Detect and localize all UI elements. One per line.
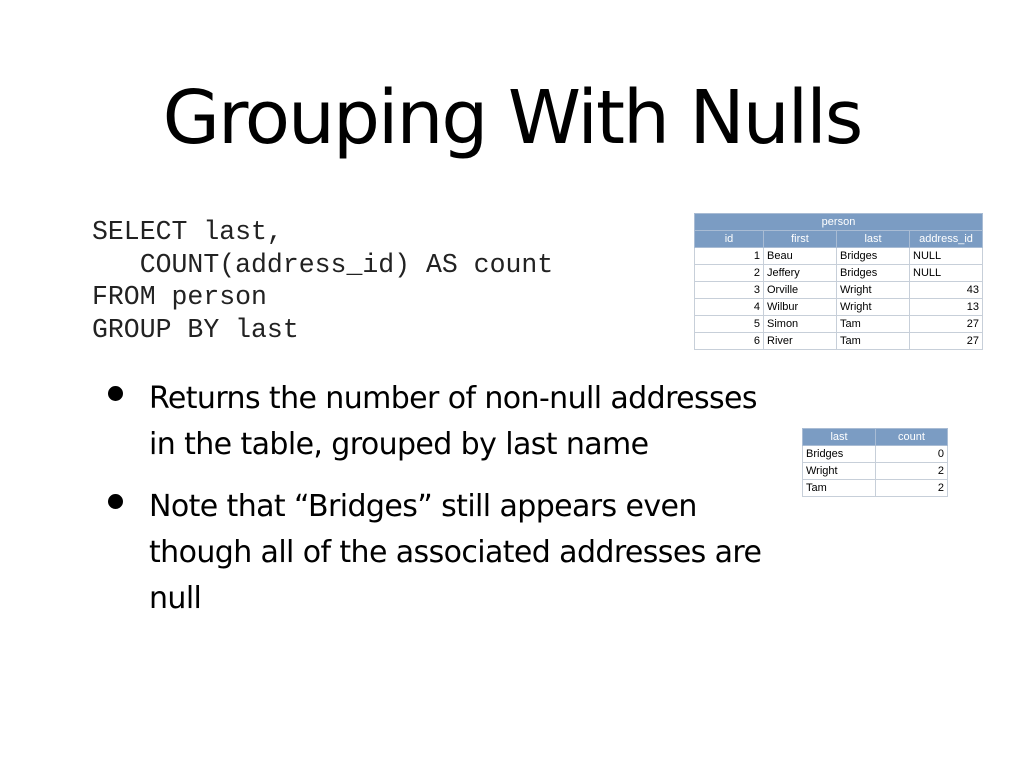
- table-cell: Wright: [836, 281, 910, 299]
- result-table-header-row: last count: [802, 428, 948, 446]
- table-cell: 3: [694, 281, 764, 299]
- code-line: GROUP BY last: [92, 314, 299, 345]
- column-header-id: id: [694, 230, 764, 248]
- bullet-text: Note that “Bridges” still appears even t…: [149, 489, 762, 616]
- table-cell: Bridges: [836, 247, 910, 265]
- bullet-text: Returns the number of non-null addresses…: [149, 381, 758, 462]
- slide-title: Grouping With Nulls: [162, 75, 864, 161]
- table-cell: 2: [875, 479, 948, 497]
- table-cell: Wright: [802, 462, 876, 480]
- result-table-body: Bridges 0 Wright 2 Tam 2: [802, 445, 948, 497]
- bullet-dot-icon: [108, 386, 123, 401]
- bullet-dot-icon: [108, 494, 123, 509]
- table-cell: Tam: [802, 479, 876, 497]
- table-cell: 4: [694, 298, 764, 316]
- table-cell: 1: [694, 247, 764, 265]
- table-cell: 13: [909, 298, 983, 316]
- person-table: person id first last address_id 1 Beau Bri…: [694, 213, 983, 350]
- table-row: Wright 2: [802, 462, 948, 480]
- person-table-caption: person: [694, 213, 983, 231]
- table-cell: Beau: [763, 247, 837, 265]
- slide: Grouping With Nulls SELECT last, COUNT(a…: [0, 0, 1024, 768]
- bullet-list: Returns the number of non-null addresses…: [105, 376, 785, 638]
- table-row: 1 Beau Bridges NULL: [694, 247, 983, 265]
- result-table: last count Bridges 0 Wright 2 Tam 2: [802, 428, 948, 497]
- table-row: Tam 2: [802, 479, 948, 497]
- table-row: 6 River Tam 27: [694, 332, 983, 350]
- sql-code-block: SELECT last, COUNT(address_id) AS count F…: [92, 216, 553, 346]
- bullet-item: Returns the number of non-null addresses…: [105, 376, 785, 468]
- code-line: SELECT last,: [92, 217, 283, 247]
- person-table-body: 1 Beau Bridges NULL 2 Jeffery Bridges NULL 3 Orvi…: [694, 247, 983, 350]
- table-cell: Tam: [836, 332, 910, 350]
- table-cell: Jeffery: [763, 264, 837, 282]
- table-row: 2 Jeffery Bridges NULL: [694, 264, 983, 282]
- table-cell: Bridges: [802, 445, 876, 463]
- column-header-last: last: [802, 428, 876, 446]
- table-row: 5 Simon Tam 27: [694, 315, 983, 333]
- table-cell: 27: [909, 315, 983, 333]
- code-line: COUNT(address_id) AS count: [92, 249, 554, 280]
- bullet-item: Note that “Bridges” still appears even t…: [105, 484, 785, 622]
- table-cell: Simon: [763, 315, 837, 333]
- table-cell: Tam: [836, 315, 910, 333]
- person-table-header-row: id first last address_id: [694, 230, 983, 248]
- table-cell: 6: [694, 332, 764, 350]
- table-cell: Wilbur: [763, 298, 837, 316]
- table-cell: 5: [694, 315, 764, 333]
- table-cell: 27: [909, 332, 983, 350]
- column-header-last: last: [836, 230, 910, 248]
- table-cell: NULL: [909, 247, 983, 265]
- table-cell: 2: [694, 264, 764, 282]
- code-line: FROM person: [92, 282, 267, 312]
- column-header-first: first: [763, 230, 837, 248]
- table-row: 3 Orville Wright 43: [694, 281, 983, 299]
- table-row: 4 Wilbur Wright 13: [694, 298, 983, 316]
- table-cell: Bridges: [836, 264, 910, 282]
- table-cell: 2: [875, 462, 948, 480]
- table-row: Bridges 0: [802, 445, 948, 463]
- table-cell: River: [763, 332, 837, 350]
- table-cell: Wright: [836, 298, 910, 316]
- table-cell: Orville: [763, 281, 837, 299]
- table-cell: 0: [875, 445, 948, 463]
- person-table-caption-row: person: [694, 213, 983, 231]
- table-cell: 43: [909, 281, 983, 299]
- table-cell: NULL: [909, 264, 983, 282]
- column-header-count: count: [875, 428, 948, 446]
- column-header-address-id: address_id: [909, 230, 983, 248]
